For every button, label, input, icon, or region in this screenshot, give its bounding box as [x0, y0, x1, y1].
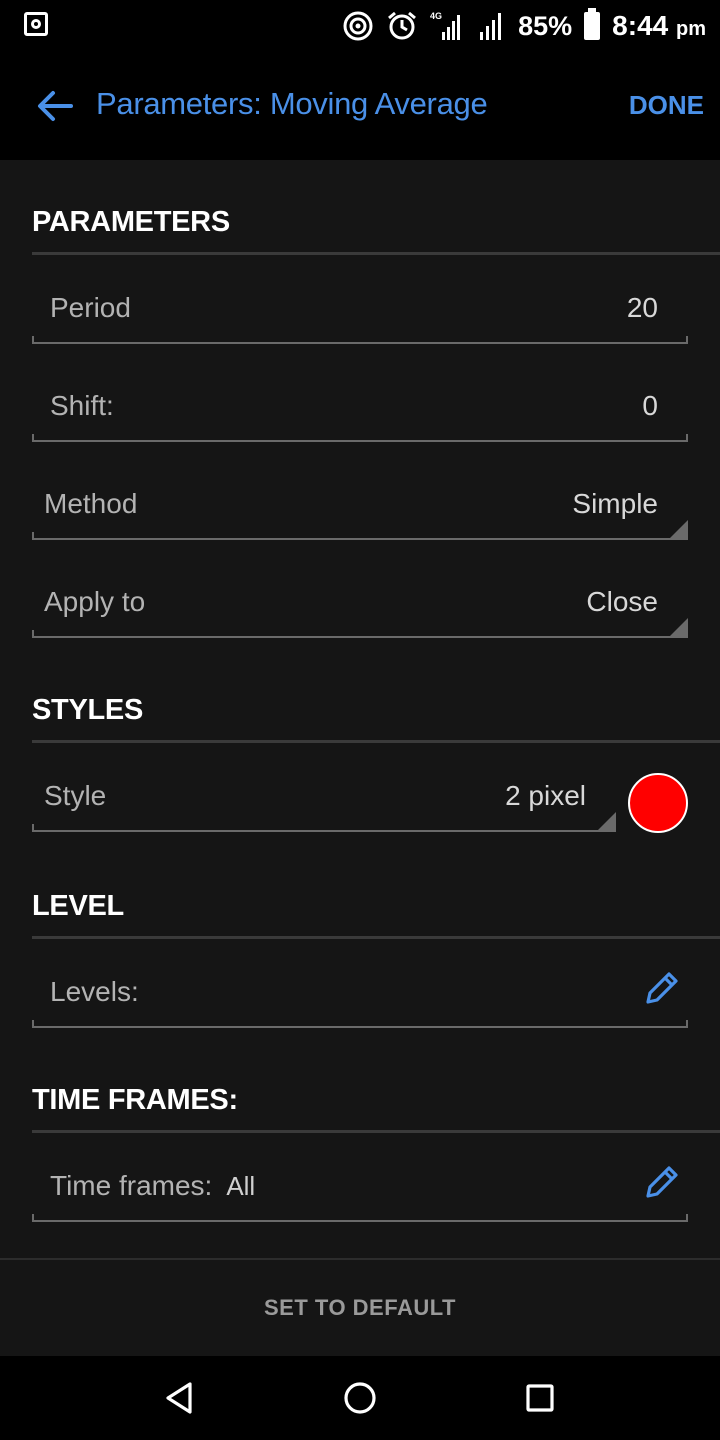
section-title-time-frames: TIME FRAMES: — [32, 1084, 238, 1116]
app-bar: Parameters: Moving Average DONE — [0, 52, 720, 160]
section-title-styles: STYLES — [32, 694, 143, 726]
shift-label: Shift: — [50, 390, 114, 421]
clock-ampm: pm — [676, 18, 706, 40]
dropdown-corner-icon — [668, 520, 688, 540]
clock-time: 8:44 — [612, 10, 669, 41]
battery-percent: 85% — [518, 10, 573, 41]
shift-field[interactable]: Shift: 0 — [32, 380, 688, 442]
method-label: Method — [44, 488, 138, 519]
set-to-default-button[interactable]: SET TO DEFAULT — [264, 1295, 456, 1321]
method-value: Simple — [572, 488, 658, 519]
page-title: Parameters: Moving Average — [96, 86, 488, 121]
time-frames-label: Time frames: All — [50, 1170, 255, 1202]
field-underline — [32, 1020, 688, 1028]
section-title-level: LEVEL — [32, 890, 124, 922]
pencil-icon[interactable] — [642, 1162, 682, 1202]
period-label: Period — [50, 292, 131, 323]
hotspot-icon — [343, 11, 373, 41]
nav-back-icon[interactable] — [160, 1378, 200, 1418]
period-field[interactable]: Period 20 — [32, 282, 688, 344]
shift-value[interactable]: 0 — [642, 390, 658, 422]
period-value[interactable]: 20 — [627, 292, 658, 324]
field-underline — [32, 824, 616, 832]
color-swatch-button[interactable] — [628, 773, 688, 833]
time-frames-value: All — [226, 1171, 256, 1201]
section-divider — [32, 252, 720, 255]
style-value: 2 pixel — [505, 780, 586, 811]
back-arrow-icon — [38, 91, 73, 121]
time-frames-field[interactable]: Time frames: All — [32, 1160, 688, 1222]
alarm-icon — [388, 11, 417, 40]
time-frames-label-text: Time frames: — [50, 1170, 213, 1201]
field-underline — [32, 336, 688, 344]
back-button[interactable] — [30, 82, 80, 130]
footer-bar: SET TO DEFAULT — [0, 1258, 720, 1356]
field-underline — [32, 532, 688, 540]
nav-recents-icon[interactable] — [520, 1378, 560, 1418]
settings-content: PARAMETERS Period 20 Shift: 0 Method Sim… — [0, 160, 720, 1258]
levels-label: Levels: — [50, 976, 139, 1007]
section-divider — [32, 936, 720, 939]
dropdown-corner-icon — [596, 812, 616, 832]
apply-to-label: Apply to — [44, 586, 146, 617]
levels-field[interactable]: Levels: — [32, 966, 688, 1028]
method-select[interactable]: Method Simple — [32, 478, 688, 540]
pencil-icon[interactable] — [642, 968, 682, 1008]
section-divider — [32, 740, 720, 743]
field-underline — [32, 1214, 688, 1222]
dropdown-corner-icon — [668, 618, 688, 638]
apply-to-value: Close — [586, 586, 658, 617]
screenshot-notification-icon — [24, 12, 48, 36]
style-select[interactable]: Style 2 pixel — [32, 770, 616, 832]
field-underline — [32, 630, 688, 638]
signal-4g-icon: 4G — [430, 11, 461, 40]
nav-home-icon[interactable] — [340, 1378, 380, 1418]
svg-text:4G: 4G — [430, 11, 442, 21]
field-underline — [32, 434, 688, 442]
section-divider — [32, 1130, 720, 1133]
apply-to-select[interactable]: Apply to Close — [32, 576, 688, 638]
clock: 8:44 pm — [612, 10, 706, 42]
signal-icon — [480, 13, 502, 40]
section-title-parameters: PARAMETERS — [32, 206, 230, 238]
battery-icon — [584, 8, 601, 40]
style-label: Style — [44, 780, 107, 811]
done-button[interactable]: DONE — [629, 90, 704, 121]
system-nav-bar — [0, 1356, 720, 1440]
status-icons: 4G 85% 8:44 pm — [342, 6, 706, 46]
status-bar: 4G 85% 8:44 pm — [0, 0, 720, 52]
